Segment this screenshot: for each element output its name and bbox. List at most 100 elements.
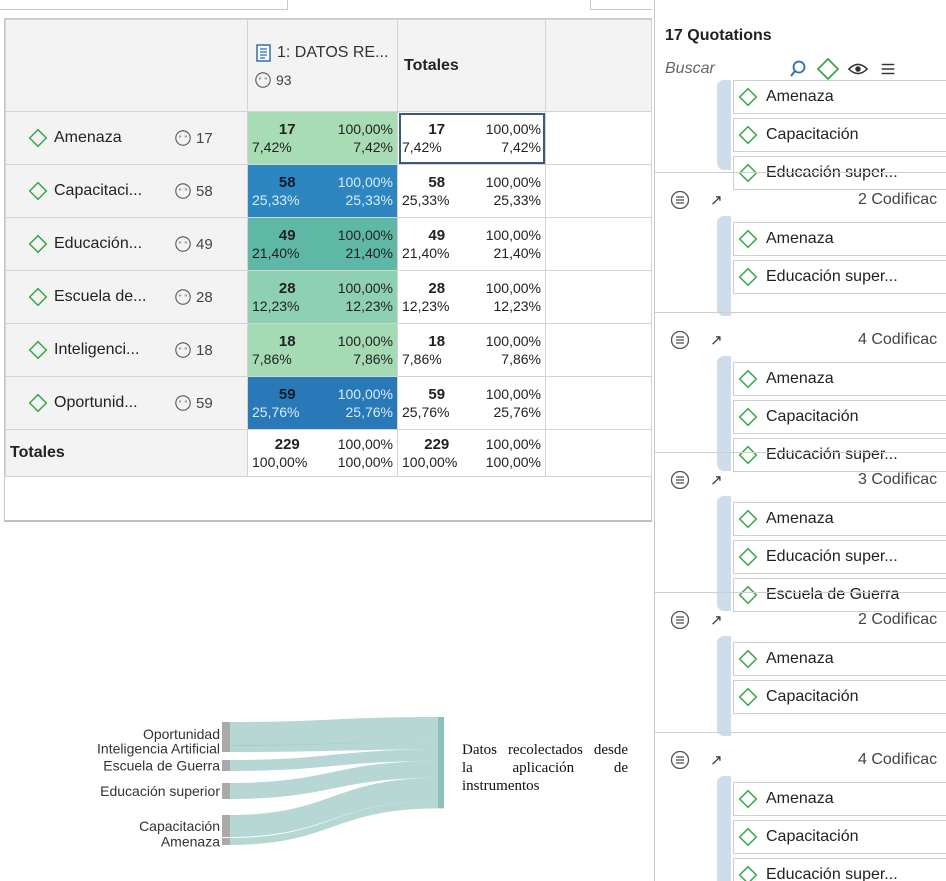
quotation-code-label: Amenaza — [766, 88, 834, 105]
document-cell[interactable]: 28 100,00% 12,23% 12,23% — [247, 270, 398, 324]
quotation-code[interactable]: Capacitación — [733, 118, 946, 152]
document-cell[interactable]: 58 100,00% 25,33% 25,33% — [247, 164, 398, 218]
document-cell[interactable]: 18 100,00% 7,86% 7,86% — [247, 323, 398, 377]
cell-value: 100,00% — [337, 332, 393, 349]
row-header-1[interactable]: Amenaza " " 17 — [5, 111, 248, 165]
svg-text:" ": " " — [179, 346, 188, 355]
sankey-node-label: Escuela de Guerra — [103, 758, 220, 774]
row-header-2[interactable]: Capacitaci... " " 58 — [5, 164, 248, 218]
code-icon — [738, 827, 758, 847]
quotation-header[interactable]: ↗ 2 Codificac — [655, 180, 946, 220]
grand-total-cell[interactable]: 229 100,00% 100,00% 100,00% — [397, 429, 546, 477]
sankey-node — [222, 838, 230, 845]
quotation-code[interactable]: Educación super... — [733, 858, 946, 881]
cell-value: 100,00% — [402, 453, 458, 470]
open-arrow-icon[interactable]: ↗ — [710, 331, 723, 349]
sankey-node — [222, 783, 230, 799]
quotation-icon: " " — [175, 130, 191, 146]
table-row: Capacitaci... " " 58 58 100,00% 25,33% 25,33% 5… — [5, 164, 652, 218]
quotation-code[interactable]: Amenaza — [733, 782, 946, 816]
totals-cell[interactable]: 28 100,00% 12,23% 12,23% — [397, 270, 546, 324]
quotation-code-label: Capacitación — [766, 828, 859, 845]
document-column-header[interactable]: 1: DATOS RE... " " 93 — [247, 19, 398, 112]
code-count: " " 58 — [174, 182, 213, 200]
document-total-cell[interactable]: 229 100,00% 100,00% 100,00% — [247, 429, 398, 477]
quotation-code-label: Educación super... — [766, 268, 898, 285]
cell-values: 49 100,00% 21,40% 21,40% — [252, 227, 393, 262]
document-cell[interactable]: 17 100,00% 7,42% 7,42% — [247, 111, 398, 165]
codifications-count: 2 Codificac — [858, 191, 938, 208]
cell-value: 25,76% — [345, 403, 393, 420]
open-arrow-icon[interactable]: ↗ — [710, 751, 723, 769]
cell-values: 49 100,00% 21,40% 21,40% — [402, 227, 541, 262]
quotation-code[interactable]: Amenaza — [733, 80, 946, 114]
quotation-code[interactable]: Amenaza — [733, 502, 946, 536]
quotation-stripe — [717, 636, 731, 736]
sankey-node-label: Capacitación — [139, 818, 220, 834]
svg-text:" ": " " — [259, 75, 268, 84]
code-icon — [738, 865, 758, 881]
document-column-label: 1: DATOS RE... — [277, 43, 389, 61]
quotation-code[interactable]: Capacitación — [733, 680, 946, 714]
totals-cell[interactable]: 17 100,00% 7,42% 7,42% — [397, 111, 546, 165]
code-label: Capacitaci... — [54, 182, 143, 199]
quotation-header[interactable]: ↗ 3 Codificac — [655, 460, 946, 500]
document-quotation-count: 93 — [276, 71, 292, 88]
open-arrow-icon[interactable]: ↗ — [710, 471, 723, 489]
cell-value: 21,40% — [345, 244, 393, 261]
cell-value: 7,42% — [402, 138, 442, 155]
quotation-code[interactable]: Amenaza — [733, 362, 946, 396]
cell-value: 21,40% — [493, 244, 541, 261]
open-arrow-icon[interactable]: ↗ — [710, 191, 723, 209]
quotation-icon: " " — [255, 71, 271, 88]
row-header-6[interactable]: Oportunid... " " 59 — [5, 376, 248, 430]
quotation-code-label: Amenaza — [766, 510, 834, 527]
open-arrow-icon[interactable]: ↗ — [710, 611, 723, 629]
cell-value: 100,00% — [252, 453, 308, 470]
quotation-icon: " " — [175, 236, 191, 252]
corner-cell — [5, 19, 248, 112]
code-label: Amenaza — [54, 129, 122, 146]
code-count-value: 59 — [196, 394, 213, 412]
quotation-stripe — [717, 776, 731, 881]
sankey-node-label: Educación superior — [100, 783, 220, 799]
cell-value: 7,86% — [252, 350, 292, 367]
row-header-3[interactable]: Educación... " " 49 — [5, 217, 248, 271]
cell-values: 28 100,00% 12,23% 12,23% — [402, 280, 541, 315]
quotation-header[interactable]: ↗ 4 Codificac — [655, 320, 946, 360]
cell-value: 59 — [428, 385, 446, 403]
cell-value: 25,33% — [345, 191, 393, 208]
quotation-code[interactable]: Amenaza — [733, 642, 946, 676]
totals-cell[interactable]: 59 100,00% 25,76% 25,76% — [397, 376, 546, 430]
cell-value: 7,86% — [402, 350, 442, 367]
row-header-5[interactable]: Inteligenci... " " 18 — [5, 323, 248, 377]
cell-value: 28 — [428, 279, 446, 297]
search-input[interactable]: Buscar — [665, 60, 783, 78]
cell-value: 7,42% — [353, 138, 393, 155]
codifications-count: 4 Codificac — [858, 331, 938, 348]
quotation-code-label: Amenaza — [766, 650, 834, 667]
sankey-node — [222, 722, 230, 746]
quotation-code[interactable]: Educación super... — [733, 540, 946, 574]
group-separator — [655, 312, 946, 313]
document-cell[interactable]: 49 100,00% 21,40% 21,40% — [247, 217, 398, 271]
totales-column-header[interactable]: Totales — [397, 19, 546, 112]
cell-values: 18 100,00% 7,86% 7,86% — [252, 333, 393, 368]
cell-value: 12,23% — [345, 297, 393, 314]
document-cell[interactable]: 59 100,00% 25,76% 25,76% — [247, 376, 398, 430]
quotation-code[interactable]: Educación super... — [733, 260, 946, 294]
quotation-header[interactable]: ↗ 2 Codificac — [655, 600, 946, 640]
quotation-header[interactable]: ↗ 4 Codificac — [655, 740, 946, 780]
totals-cell[interactable]: 18 100,00% 7,86% 7,86% — [397, 323, 546, 377]
row-header-4[interactable]: Escuela de... " " 28 — [5, 270, 248, 324]
code-label: Oportunid... — [54, 394, 138, 411]
totals-cell[interactable]: 49 100,00% 21,40% 21,40% — [397, 217, 546, 271]
empty-cell — [545, 429, 652, 477]
quotation-code[interactable]: Capacitación — [733, 400, 946, 434]
svg-text:" ": " " — [179, 399, 188, 408]
code-count: " " 49 — [174, 235, 213, 253]
quotation-stripe — [717, 80, 731, 170]
quotation-code[interactable]: Amenaza — [733, 222, 946, 256]
totals-cell[interactable]: 58 100,00% 25,33% 25,33% — [397, 164, 546, 218]
quotation-code[interactable]: Capacitación — [733, 820, 946, 854]
